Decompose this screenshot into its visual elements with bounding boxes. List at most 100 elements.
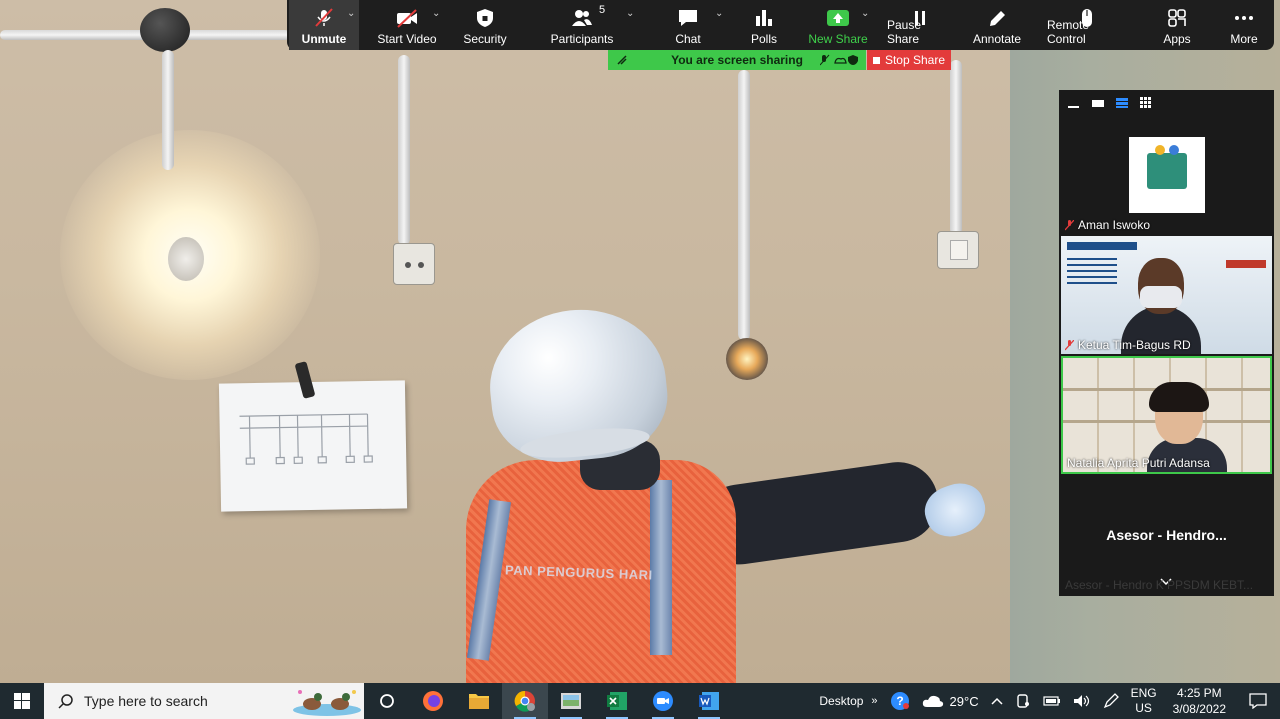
- polls-button[interactable]: Polls: [749, 0, 779, 50]
- speaker-view-icon[interactable]: [1091, 97, 1105, 109]
- chat-icon: [679, 10, 697, 26]
- mic-muted-icon: [315, 8, 333, 27]
- vest-reflective-stripe: [650, 480, 672, 655]
- battery-icon: [1042, 696, 1060, 706]
- notification-icon: [1249, 693, 1267, 709]
- search-box[interactable]: Type here to search: [44, 683, 364, 719]
- participant-tile[interactable]: Ketua Tim-Bagus RD: [1061, 236, 1272, 354]
- temperature: 29°C: [949, 693, 979, 709]
- unmute-button[interactable]: ⌄ Unmute: [289, 0, 359, 50]
- participant-name-faint: Asesor - Hendro K PPSDM KEBT...: [1065, 578, 1254, 592]
- volume-tray-icon[interactable]: [1067, 683, 1097, 719]
- weather-widget[interactable]: 29°C: [916, 683, 985, 719]
- participants-icon: [572, 10, 592, 26]
- participant-name: Ketua Tim-Bagus RD: [1065, 338, 1191, 352]
- clock[interactable]: 4:25 PM 3/08/2022: [1163, 683, 1236, 719]
- task-view-button[interactable]: [364, 683, 410, 719]
- photo-app-icon: [561, 693, 581, 709]
- wall-switch: [937, 231, 979, 269]
- remote-control-button[interactable]: Remote Control: [1047, 0, 1127, 50]
- security-button[interactable]: Security: [459, 0, 511, 50]
- minimize-icon[interactable]: [1067, 97, 1081, 109]
- strip-view-icon[interactable]: [1115, 97, 1129, 109]
- language-indicator[interactable]: ENG US: [1125, 683, 1163, 719]
- video-off-icon: [397, 9, 417, 28]
- apps-button[interactable]: Apps: [1160, 0, 1194, 50]
- more-button[interactable]: More: [1227, 0, 1261, 50]
- apps-label: Apps: [1163, 32, 1191, 46]
- task-view-icon: [380, 694, 394, 708]
- new-share-button[interactable]: New Share: [807, 0, 869, 50]
- polls-icon: [756, 10, 772, 26]
- share-screen-icon: [827, 10, 849, 26]
- banner-text-lines: [1067, 258, 1117, 288]
- word-icon: [699, 692, 719, 710]
- participants-label: Participants: [550, 32, 614, 46]
- mouse-icon: [1082, 9, 1092, 27]
- pause-share-button[interactable]: Pause Share: [887, 0, 953, 50]
- view-switcher: [1059, 90, 1274, 116]
- chevron-down-icon[interactable]: ⌄: [432, 8, 440, 19]
- participants-button[interactable]: 5 Participants: [549, 0, 615, 50]
- conduit-pipe: [180, 30, 290, 40]
- excel-taskbar-button[interactable]: [594, 683, 640, 719]
- meet-now-tray-icon[interactable]: [1009, 683, 1037, 719]
- language-code: ENG: [1130, 686, 1157, 700]
- windows-logo-icon: [14, 693, 30, 709]
- file-explorer-taskbar-button[interactable]: [456, 683, 502, 719]
- chevron-down-icon[interactable]: ⌄: [715, 8, 723, 19]
- start-video-button[interactable]: ⌄ Start Video: [375, 0, 440, 50]
- chevron-down-icon[interactable]: ⌄: [626, 8, 634, 19]
- pen-tray-icon[interactable]: [1097, 683, 1125, 719]
- wall-outlet: [393, 243, 435, 285]
- show-hidden-icons-button[interactable]: [985, 683, 1009, 719]
- conduit-pipe: [0, 30, 150, 40]
- windows-taskbar: Type here to search Desktop » ? 29°C ENG…: [0, 683, 1280, 719]
- chat-label: Chat: [675, 32, 701, 46]
- security-label: Security: [463, 32, 507, 46]
- ellipsis-icon: [1235, 16, 1253, 20]
- photo-viewer-taskbar-button[interactable]: [548, 683, 594, 719]
- desktop-toolbar[interactable]: Desktop »: [813, 683, 883, 719]
- help-tray-button[interactable]: ?: [884, 683, 916, 719]
- zoom-taskbar-button[interactable]: [640, 683, 686, 719]
- face-mask: [1140, 286, 1182, 308]
- unmute-label: Unmute: [301, 32, 347, 46]
- banner-status-icons: [820, 54, 858, 66]
- participant-tile[interactable]: Aman Iswoko: [1061, 116, 1272, 234]
- chevron-down-icon[interactable]: ⌄: [861, 8, 869, 19]
- wiring-diagram-paper: [218, 380, 408, 512]
- new-share-label: New Share: [808, 32, 868, 46]
- chrome-taskbar-button[interactable]: [502, 683, 548, 719]
- participant-name: Natalia Aprita Putri Adansa: [1067, 456, 1210, 470]
- lit-lamp: [726, 338, 768, 380]
- participant-tile-active-speaker[interactable]: Natalia Aprita Putri Adansa: [1061, 356, 1272, 474]
- chat-button[interactable]: Chat: [673, 0, 703, 50]
- stop-square-icon: [872, 56, 880, 64]
- system-tray: Desktop » ? 29°C ENG US 4:25 PM 3/08/202…: [813, 683, 1280, 719]
- polls-label: Polls: [750, 32, 777, 46]
- clock-time: 4:25 PM: [1176, 686, 1222, 700]
- firefox-taskbar-button[interactable]: [410, 683, 456, 719]
- chrome-icon: [514, 690, 535, 712]
- start-button[interactable]: [0, 683, 44, 719]
- chevron-down-icon[interactable]: ⌄: [347, 8, 355, 19]
- firefox-icon: [423, 691, 443, 711]
- conduit-pipe: [738, 70, 750, 340]
- screen-sharing-banner[interactable]: You are screen sharing: [608, 50, 866, 70]
- junction-box: [140, 8, 190, 52]
- search-icon: [58, 694, 73, 709]
- desktop-label: Desktop: [819, 694, 864, 708]
- drag-handle-icon[interactable]: [616, 54, 628, 66]
- word-taskbar-button[interactable]: [686, 683, 732, 719]
- cloud-icon: [922, 695, 943, 707]
- participant-logo-image: [1129, 137, 1205, 213]
- notifications-button[interactable]: [1236, 683, 1280, 719]
- battery-tray-icon[interactable]: [1037, 683, 1067, 719]
- speaker-icon: [1073, 695, 1089, 707]
- gallery-view-icon[interactable]: [1139, 97, 1153, 109]
- stop-share-button[interactable]: Stop Share: [867, 50, 951, 70]
- apps-icon: [1168, 9, 1186, 27]
- screen-sharing-text: You are screen sharing: [671, 53, 803, 67]
- annotate-button[interactable]: Annotate: [971, 0, 1023, 50]
